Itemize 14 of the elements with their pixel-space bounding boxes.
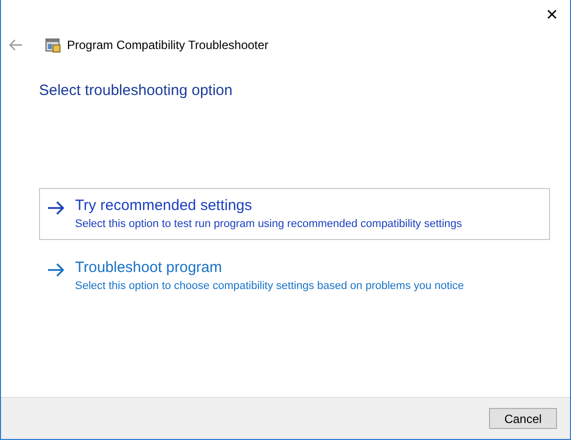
window-title: Program Compatibility Troubleshooter — [67, 37, 268, 54]
option-description: Select this option to test run program using recommended compatibility settings — [75, 216, 462, 232]
arrow-icon — [47, 262, 65, 276]
option-link[interactable]: Try recommended settings Select this option to test run program using recommended compatibility settings — [39, 188, 550, 240]
back-arrow-icon[interactable] — [9, 39, 23, 51]
close-button[interactable]: × — [534, 0, 570, 30]
option-description: Select this option to choose compatibility settings based on problems you notice — [75, 278, 464, 294]
program-window-icon — [45, 37, 61, 53]
option-title: Troubleshoot program — [75, 258, 224, 278]
page-heading: Select troubleshooting option — [39, 81, 234, 101]
cancel-button[interactable]: Cancel — [489, 408, 557, 429]
option-title: Try recommended settings — [75, 196, 254, 216]
arrow-icon — [47, 200, 65, 214]
option-link[interactable]: Troubleshoot program Select this option to choose compatibility settings based on problems you notice — [39, 250, 550, 302]
